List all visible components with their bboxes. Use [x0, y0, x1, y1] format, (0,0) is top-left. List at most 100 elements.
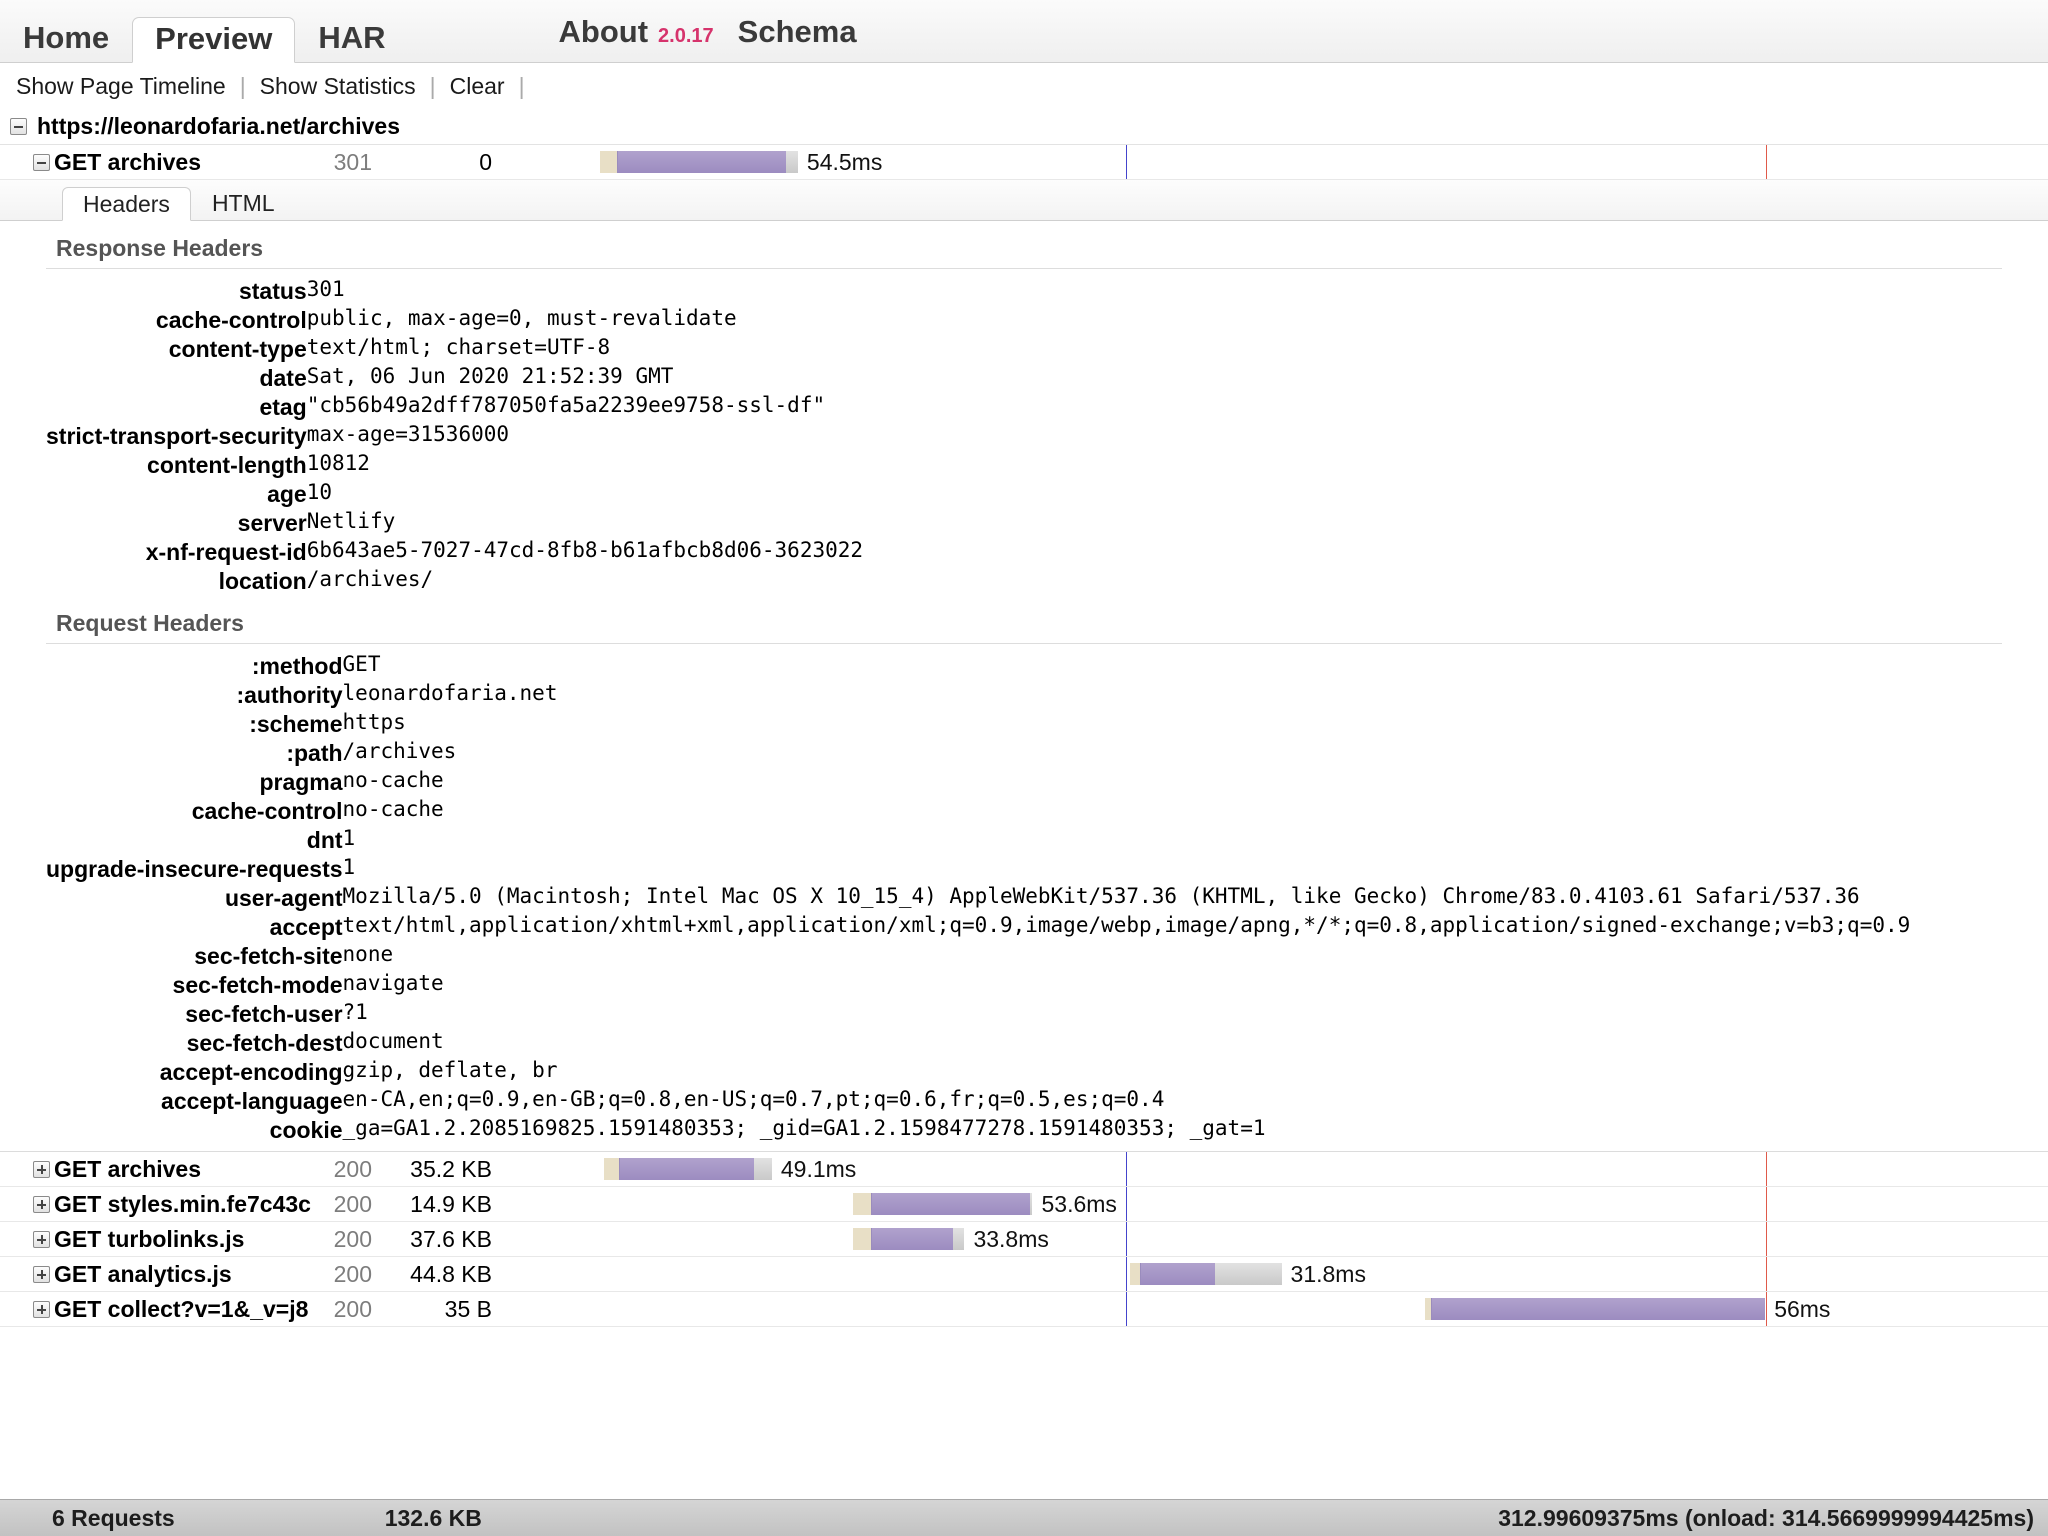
- header-key: accept: [269, 914, 343, 940]
- sub-request-row[interactable]: GET styles.min.fe7c43c 200 14.9 KB 53.6ms: [0, 1187, 2048, 1222]
- expand-request-icon[interactable]: [32, 1160, 50, 1178]
- header-value: /archives/: [306, 567, 434, 591]
- status-footer: 6 Requests 132.6 KB 312.99609375ms (onlo…: [0, 1499, 2048, 1536]
- header-key: cache-control: [191, 798, 343, 824]
- sub-request-row[interactable]: GET turbolinks.js 200 37.6 KB 33.8ms: [0, 1222, 2048, 1257]
- subtab-headers[interactable]: Headers: [62, 187, 191, 221]
- header-value: 10: [306, 480, 333, 504]
- header-value: gzip, deflate, br: [342, 1058, 558, 1082]
- waterfall-time-label: 49.1ms: [780, 1156, 857, 1182]
- show-page-timeline-link[interactable]: Show Page Timeline: [16, 73, 226, 100]
- header-key: etag: [259, 394, 307, 420]
- tab-home[interactable]: Home: [0, 16, 132, 62]
- clear-link[interactable]: Clear: [450, 73, 505, 100]
- request-row-main[interactable]: GET archives 301 0 54.5ms: [0, 145, 2048, 180]
- header-row: :method GET: [46, 652, 2002, 681]
- header-row: accept-encoding gzip, deflate, br: [46, 1058, 2002, 1087]
- header-row: age 10: [46, 480, 2002, 509]
- header-key: accept-encoding: [159, 1059, 343, 1085]
- header-row: :authority leonardofaria.net: [46, 681, 2002, 710]
- top-tab-bar: Home Preview HAR About 2.0.17 Schema: [0, 0, 2048, 63]
- header-row: accept text/html,application/xhtml+xml,ap…: [46, 913, 2002, 942]
- header-key: content-length: [147, 452, 307, 478]
- waterfall-bar: [604, 1158, 772, 1180]
- waterfall-time-label: 54.5ms: [806, 149, 883, 175]
- tab-schema[interactable]: Schema: [738, 14, 857, 62]
- bar-active-segment: [617, 151, 787, 173]
- header-value: 10812: [306, 451, 370, 475]
- response-headers-title: Response Headers: [46, 221, 2002, 269]
- end-marker-line: [1765, 1257, 1767, 1291]
- bar-active-segment: [1140, 1263, 1215, 1285]
- bar-active-segment: [1431, 1298, 1766, 1320]
- expand-request-icon[interactable]: [32, 1230, 50, 1248]
- about-label[interactable]: About: [559, 14, 649, 50]
- expand-request-icon[interactable]: [32, 1300, 50, 1318]
- collapse-page-icon[interactable]: [10, 118, 27, 135]
- subtab-html[interactable]: HTML: [191, 186, 296, 220]
- header-row: accept-language en-CA,en;q=0.9,en-GB;q=0.…: [46, 1087, 2002, 1116]
- sub-request-name: GET collect?v=1&_v=j8: [54, 1295, 309, 1322]
- waterfall-sub: 31.8ms: [600, 1257, 2048, 1291]
- sub-request-row[interactable]: GET archives 200 35.2 KB 49.1ms: [0, 1152, 2048, 1187]
- header-row: cookie _ga=GA1.2.2085169825.1591480353; _…: [46, 1116, 2002, 1145]
- expand-request-icon[interactable]: [32, 1195, 50, 1213]
- action-toolbar: Show Page Timeline | Show Statistics | C…: [0, 63, 2048, 109]
- header-value: Netlify: [306, 509, 396, 533]
- request-status: 301: [333, 148, 372, 175]
- bar-active-segment: [618, 1158, 755, 1180]
- sub-request-status: 200: [333, 1190, 372, 1217]
- about-group[interactable]: About 2.0.17: [559, 14, 714, 62]
- header-key: sec-fetch-mode: [172, 972, 343, 998]
- sub-request-row[interactable]: GET collect?v=1&_v=j8 200 35 B 56ms: [0, 1292, 2048, 1327]
- bar-wait-segment: [853, 1193, 871, 1215]
- sub-request-status: 200: [333, 1260, 372, 1287]
- header-value: text/html; charset=UTF-8: [306, 335, 611, 359]
- expand-request-icon[interactable]: [32, 1265, 50, 1283]
- show-statistics-link[interactable]: Show Statistics: [260, 73, 416, 100]
- sub-request-twisty-cell: [28, 1195, 54, 1213]
- end-marker-line: [1765, 145, 1767, 179]
- header-value: navigate: [342, 971, 444, 995]
- header-value: no-cache: [342, 797, 444, 821]
- page-url-row[interactable]: https://leonardofaria.net/archives: [0, 109, 2048, 145]
- header-value: 301: [306, 277, 345, 301]
- bar-wait-segment: [1129, 1263, 1141, 1285]
- sub-request-size: 14.9 KB: [410, 1190, 492, 1217]
- toolbar-separator-3: |: [518, 72, 525, 99]
- sub-request-list: GET archives 200 35.2 KB 49.1ms GET styles.m…: [0, 1152, 2048, 1327]
- waterfall-sub: 33.8ms: [600, 1222, 2048, 1256]
- version-badge: 2.0.17: [658, 25, 714, 47]
- header-value: GET: [342, 652, 381, 676]
- waterfall-bar: [1129, 1263, 1282, 1285]
- header-row: content-length 10812: [46, 451, 2002, 480]
- sub-request-name: GET styles.min.fe7c43c: [54, 1190, 311, 1217]
- header-row: dnt 1: [46, 826, 2002, 855]
- header-row: etag "cb56b49a2dff787050fa5a2239ee9758-ss…: [46, 393, 2002, 422]
- request-headers-table: :method GET:authority leonardofaria.net:sc…: [46, 652, 2002, 1145]
- header-key: :authority: [236, 682, 343, 708]
- header-row: sec-fetch-dest document: [46, 1029, 2002, 1058]
- header-key: sec-fetch-dest: [186, 1030, 343, 1056]
- tab-har[interactable]: HAR: [295, 16, 408, 62]
- header-row: :scheme https: [46, 710, 2002, 739]
- tab-preview[interactable]: Preview: [132, 17, 296, 63]
- header-value: 1: [342, 826, 356, 850]
- header-value: _ga=GA1.2.2085169825.1591480353; _gid=GA…: [342, 1116, 1266, 1140]
- header-key: location: [218, 568, 307, 594]
- sub-request-row[interactable]: GET analytics.js 200 44.8 KB 31.8ms: [0, 1257, 2048, 1292]
- sub-request-size: 35 B: [444, 1295, 492, 1322]
- header-row: server Netlify: [46, 509, 2002, 538]
- onload-marker-line: [1125, 1152, 1127, 1186]
- header-value: 6b643ae5-7027-47cd-8fb8-b61afbcb8d06-362…: [306, 538, 864, 562]
- waterfall-time-label: 33.8ms: [973, 1226, 1049, 1252]
- request-headers-section: Request Headers :method GET:authority leon…: [46, 596, 2002, 1145]
- collapse-request-icon[interactable]: [32, 153, 50, 171]
- header-row: location/archives/: [46, 567, 2002, 596]
- onload-marker-line: [1125, 1187, 1127, 1221]
- header-row: cache-control no-cache: [46, 797, 2002, 826]
- header-row: upgrade-insecure-requests 1: [46, 855, 2002, 884]
- header-row: strict-transport-security max-age=3153600…: [46, 422, 2002, 451]
- sub-request-status: 200: [333, 1155, 372, 1182]
- header-value: https: [342, 710, 406, 734]
